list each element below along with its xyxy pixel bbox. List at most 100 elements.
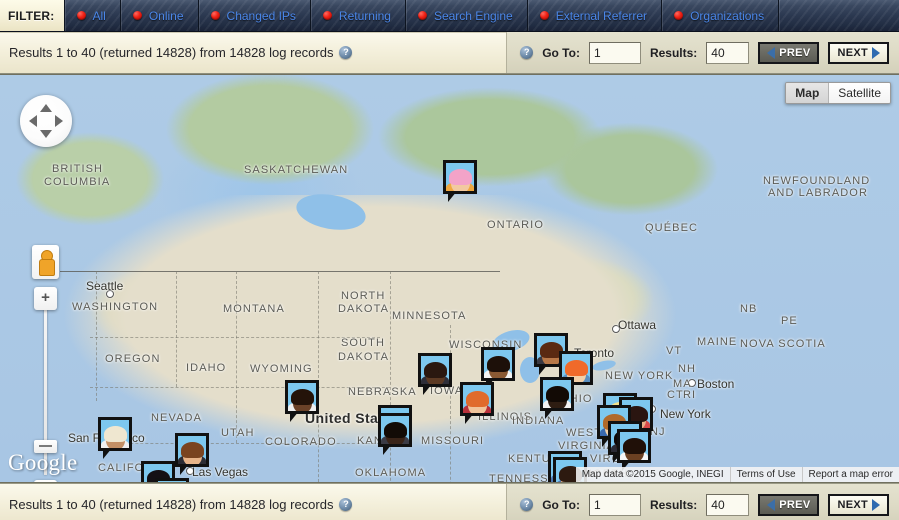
red-dot-icon <box>674 11 683 20</box>
visitor-avatar-icon <box>421 356 449 384</box>
red-dot-icon <box>77 11 86 20</box>
state-border <box>100 443 380 444</box>
map-type-switcher[interactable]: Map Satellite <box>785 82 891 104</box>
pan-down-icon[interactable] <box>40 130 52 138</box>
filter-tab-returning[interactable]: Returning <box>311 0 406 31</box>
prev-button[interactable]: PREV <box>758 494 819 516</box>
results-label: Results: <box>650 498 697 512</box>
filter-tab-label: Returning <box>339 9 391 23</box>
visitor-map-page: FILTER: All Online Changed IPs Returning… <box>0 0 899 520</box>
filter-tab-label: Organizations <box>690 9 764 23</box>
visitor-avatar-icon <box>101 420 129 448</box>
city-dot <box>106 290 114 298</box>
help-icon[interactable]: ? <box>520 46 533 59</box>
filter-tab-changed-ips[interactable]: Changed IPs <box>199 0 311 31</box>
filter-tab-label: All <box>93 9 106 23</box>
pan-right-icon[interactable] <box>55 115 63 127</box>
results-per-page-input[interactable] <box>706 42 749 64</box>
pan-control[interactable] <box>20 95 72 147</box>
state-border <box>96 271 97 401</box>
pagination-controls-bottom: ? Go To: Results: PREV NEXT <box>506 484 899 520</box>
visitor-avatar-icon <box>446 163 474 191</box>
next-button-label: NEXT <box>837 47 868 59</box>
prev-button[interactable]: PREV <box>758 42 819 64</box>
prev-button-label: PREV <box>779 47 810 59</box>
state-border <box>90 387 390 388</box>
state-border <box>176 271 177 387</box>
help-icon[interactable]: ? <box>520 498 533 511</box>
report-map-error-link[interactable]: Report a map error <box>802 467 899 482</box>
goto-input[interactable] <box>589 494 641 516</box>
visitor-avatar-icon <box>178 436 206 464</box>
pan-left-icon[interactable] <box>29 115 37 127</box>
next-button[interactable]: NEXT <box>828 494 889 516</box>
visitor-marker[interactable] <box>481 347 515 381</box>
filter-bar-spacer <box>779 0 899 31</box>
red-dot-icon <box>418 11 427 20</box>
visitor-marker[interactable] <box>418 353 452 387</box>
map-type-map-button[interactable]: Map <box>786 83 829 103</box>
results-bar-top: Results 1 to 40 (returned 14828) from 14… <box>0 32 899 74</box>
red-dot-icon <box>211 11 220 20</box>
street-view-pegman-icon[interactable] <box>32 245 59 279</box>
chevron-left-icon <box>767 499 775 511</box>
filter-tab-online[interactable]: Online <box>121 0 199 31</box>
results-per-page-input[interactable] <box>706 494 749 516</box>
city-dot <box>688 379 696 387</box>
red-dot-icon <box>133 11 142 20</box>
next-button-label: NEXT <box>837 499 868 511</box>
state-border <box>450 325 451 483</box>
map-data-attribution: Map data ©2015 Google, INEGI <box>576 467 730 482</box>
filter-bar: FILTER: All Online Changed IPs Returning… <box>0 0 899 32</box>
visitor-marker[interactable] <box>378 413 412 447</box>
goto-input[interactable] <box>589 42 641 64</box>
help-icon[interactable]: ? <box>339 498 352 511</box>
visitor-avatar-icon <box>543 380 571 408</box>
terms-of-use-link[interactable]: Terms of Use <box>730 467 802 482</box>
visitor-avatar-icon <box>484 350 512 378</box>
red-dot-icon <box>323 11 332 20</box>
results-summary-top: Results 1 to 40 (returned 14828) from 14… <box>0 32 506 73</box>
map-type-satellite-button[interactable]: Satellite <box>829 83 890 103</box>
visitor-marker[interactable] <box>617 429 651 463</box>
us-canada-border <box>60 271 500 272</box>
visitor-avatar-icon <box>381 416 409 444</box>
next-button[interactable]: NEXT <box>828 42 889 64</box>
state-border <box>318 271 319 483</box>
filter-tab-label: External Referrer <box>556 9 647 23</box>
visitor-avatar-icon <box>288 383 316 411</box>
zoom-slider-handle[interactable] <box>34 440 57 453</box>
visitor-marker[interactable] <box>175 433 209 467</box>
results-bar-bottom: Results 1 to 40 (returned 14828) from 14… <box>0 483 899 520</box>
filter-label: FILTER: <box>0 0 65 31</box>
visitor-marker[interactable] <box>285 380 319 414</box>
city-dot <box>612 325 620 333</box>
goto-label: Go To: <box>542 46 580 60</box>
filter-tab-label: Online <box>149 9 184 23</box>
chevron-right-icon <box>872 47 880 59</box>
map-container[interactable]: BRITISHCOLUMBIASASKATCHEWANONTARIOQUÉBEC… <box>0 74 899 483</box>
filter-tab-search-engine[interactable]: Search Engine <box>406 0 528 31</box>
visitor-avatar-icon <box>620 432 648 460</box>
visitor-marker[interactable] <box>98 417 132 451</box>
pegman-body <box>39 259 55 276</box>
filter-tab-label: Changed IPs <box>227 9 296 23</box>
filter-tab-all[interactable]: All <box>65 0 121 31</box>
results-label: Results: <box>650 46 697 60</box>
chevron-left-icon <box>767 47 775 59</box>
filter-tab-external-referrer[interactable]: External Referrer <box>528 0 662 31</box>
filter-tab-label: Search Engine <box>434 9 513 23</box>
zoom-in-button[interactable]: + <box>34 287 57 310</box>
results-summary-text: Results 1 to 40 (returned 14828) from 14… <box>9 45 333 60</box>
map-attribution: Map data ©2015 Google, INEGI Terms of Us… <box>576 467 899 482</box>
chevron-right-icon <box>872 499 880 511</box>
pagination-controls-top: ? Go To: Results: PREV NEXT <box>506 32 899 73</box>
pan-up-icon[interactable] <box>40 104 52 112</box>
state-border <box>90 337 380 338</box>
help-icon[interactable]: ? <box>339 46 352 59</box>
visitor-marker[interactable] <box>443 160 477 194</box>
filter-tab-organizations[interactable]: Organizations <box>662 0 779 31</box>
visitor-marker[interactable] <box>460 382 494 416</box>
map-canvas[interactable]: BRITISHCOLUMBIASASKATCHEWANONTARIOQUÉBEC… <box>0 75 899 482</box>
visitor-marker[interactable] <box>540 377 574 411</box>
